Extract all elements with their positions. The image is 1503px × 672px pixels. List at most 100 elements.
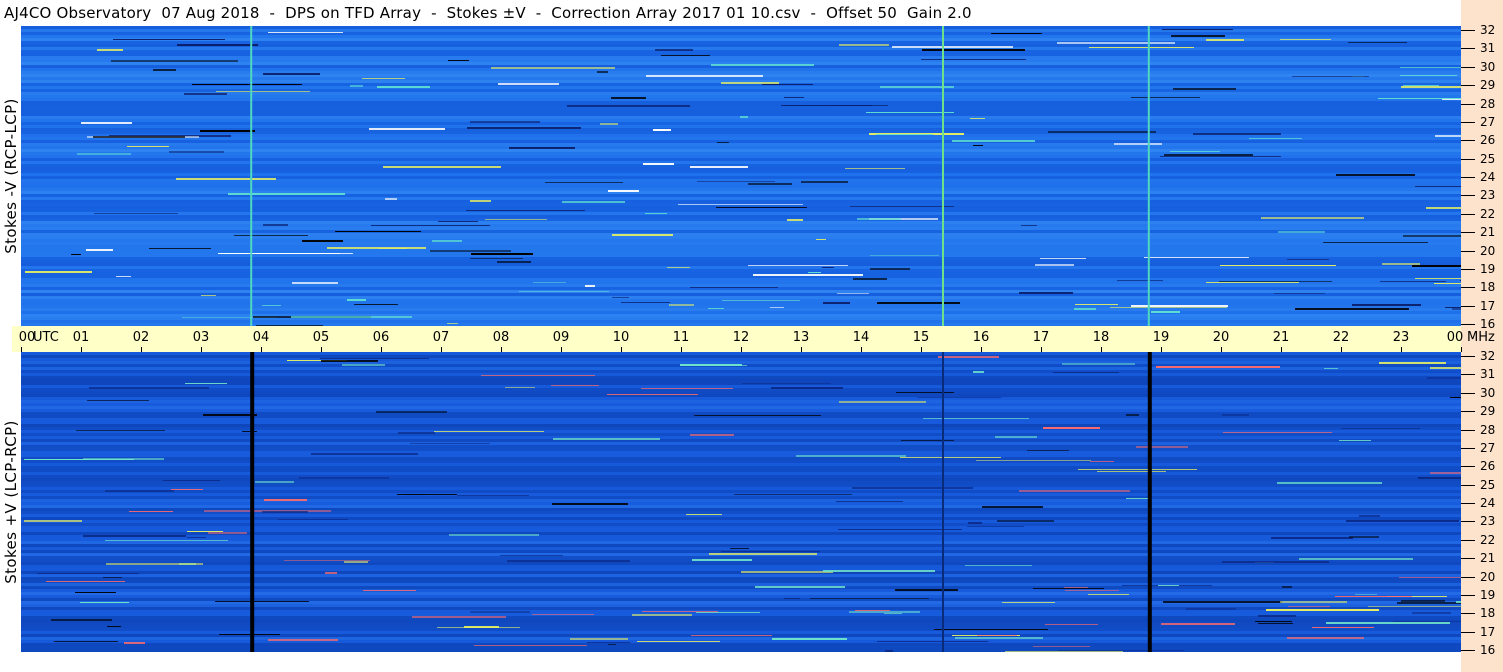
spectrogram-band [21,496,1461,499]
frequency-tick-mark [1461,268,1475,270]
emission-streak [784,97,804,98]
spectrogram-band [21,370,1461,373]
emission-streak [1379,362,1446,364]
spectrogram-band [21,38,1461,41]
frequency-tick-label: 18 [1480,280,1496,295]
emission-streak [607,394,698,395]
spectrogram-band [21,284,1461,287]
spectrogram-band [21,355,1461,358]
emission-streak [1278,231,1325,233]
emission-streak [611,97,646,99]
emission-streak [1110,307,1227,308]
spectrogram-band [21,643,1461,646]
emission-streak [995,436,1037,438]
spectrogram-band [21,469,1461,472]
emission-streak [1339,440,1371,441]
emission-streak [822,267,834,268]
emission-streak [184,93,227,95]
vertical-marker-line [1147,352,1152,652]
emission-streak [474,645,587,646]
frequency-tick-mark [1461,374,1475,376]
emission-streak [645,213,667,214]
frequency-tick-mark [1461,158,1475,160]
emission-streak [1271,537,1353,539]
spectrogram-band [21,92,1461,95]
frequency-tick-mark [1461,213,1475,215]
emission-streak [1368,606,1461,607]
bottom-frequency-axis: 32 31 30 29 28 27 26 25 24 23 22 21 20 19 18 17 16 [1461,349,1503,657]
spectrogram-band [21,68,1461,71]
emission-streak [264,499,307,501]
vertical-marker-line [942,26,944,326]
spectrogram-band [21,574,1461,577]
emission-streak [922,49,1025,51]
frequency-tick-mark [1461,392,1475,394]
emission-streak [234,235,308,236]
emission-streak [1403,235,1461,237]
emission-streak [850,206,954,207]
emission-streak [54,641,118,642]
time-tick-label: 11 [672,330,690,345]
emission-streak [176,178,276,180]
emission-streak [816,239,826,240]
emission-streak [696,612,760,613]
emission-streak [823,302,850,304]
time-tick-label: 07 [432,330,450,345]
emission-streak [866,112,954,113]
time-tick-label: 18 [1092,330,1110,345]
emission-streak [709,553,817,555]
time-tick-label: 00 [1446,330,1464,345]
spectrogram-band [21,290,1461,293]
spectrogram-band [21,302,1461,305]
spectrogram-band [21,451,1461,454]
time-tick-label: 05 [312,330,330,345]
emission-streak [1341,428,1420,429]
emission-streak [1078,469,1197,470]
emission-streak [991,33,1042,34]
emission-streak [344,561,368,563]
spectrogram-band [21,77,1461,80]
emission-streak [532,614,594,615]
emission-streak [1222,561,1329,563]
spectrogram-band [21,140,1461,143]
emission-streak [901,440,954,441]
emission-streak [327,247,426,249]
emission-streak [1435,135,1461,137]
spectrogram-band [21,646,1461,649]
spectrogram-band [21,577,1461,580]
emission-streak [354,304,398,305]
spectrogram-band [21,526,1461,529]
spectrogram-band [21,535,1461,538]
emission-streak [1156,366,1280,368]
spectrogram-band [21,586,1461,589]
emission-streak [1035,264,1074,266]
emission-streak [801,181,848,183]
emission-streak [1346,520,1459,522]
emission-streak [982,506,1043,508]
emission-streak [1400,75,1457,76]
emission-streak [857,218,901,220]
spectrogram-band [21,406,1461,409]
emission-streak [369,128,445,130]
emission-streak [740,116,748,118]
spectrogram-band [21,625,1461,628]
spectrogram-band [21,29,1461,32]
emission-streak [1005,651,1123,652]
emission-streak [1280,601,1347,603]
frequency-tick-label: 29 [1480,404,1496,419]
spectrogram-band [21,269,1461,272]
frequency-tick-mark [1461,85,1475,87]
emission-streak [716,207,807,208]
spectrogram-band [21,598,1461,601]
emission-streak [533,282,566,283]
emission-streak [721,551,820,552]
emission-streak [923,418,1029,419]
emission-streak [76,430,165,431]
emission-streak [678,204,803,205]
emission-streak [1450,397,1461,398]
emission-streak [741,571,833,573]
emission-streak [1397,602,1461,604]
vertical-marker-line [1147,26,1150,326]
emission-streak [967,526,1024,527]
frequency-tick-mark [1461,447,1475,449]
